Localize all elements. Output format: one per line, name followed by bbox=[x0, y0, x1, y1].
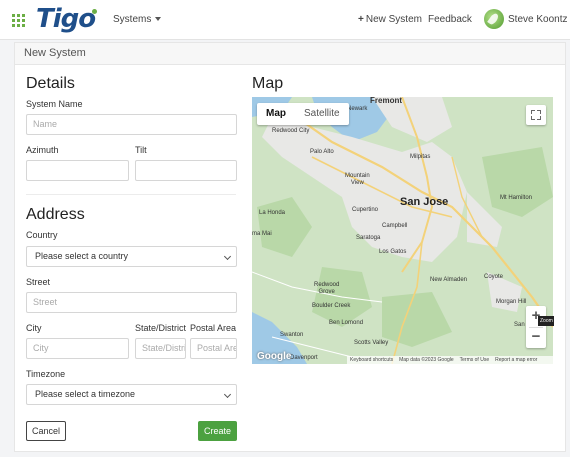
state-input[interactable]: State/District bbox=[135, 338, 186, 359]
caret-down-icon bbox=[155, 17, 162, 22]
new-system-link[interactable]: + New System bbox=[358, 14, 422, 25]
map-data-text: Map data ©2023 Google bbox=[399, 357, 454, 363]
chevron-down-icon bbox=[223, 390, 232, 399]
timezone-select-value: Please select a timezone bbox=[35, 389, 136, 399]
map-label-redwood-grove: Redwood Grove bbox=[314, 282, 340, 295]
keyboard-shortcuts-link[interactable]: Keyboard shortcuts bbox=[350, 356, 393, 364]
map-label-campbell: Campbell bbox=[382, 223, 408, 229]
map-label-newark: Newark bbox=[347, 106, 368, 112]
address-heading: Address bbox=[26, 206, 85, 223]
cancel-button[interactable]: Cancel bbox=[26, 421, 66, 441]
plus-icon: + bbox=[358, 14, 364, 25]
tigo-logo[interactable]: Tigo bbox=[36, 4, 96, 34]
systems-menu-label: Systems bbox=[113, 14, 152, 25]
map-heading: Map bbox=[252, 75, 284, 92]
system-name-input[interactable]: Name bbox=[26, 114, 237, 135]
tilt-label: Tilt bbox=[135, 145, 147, 155]
map-label-fremont: Fremont bbox=[370, 97, 402, 105]
country-select[interactable]: Please select a country bbox=[26, 246, 237, 267]
user-menu[interactable]: Steve Koontz bbox=[508, 14, 570, 25]
map-label-scotts-valley: Scotts Valley bbox=[354, 340, 389, 346]
map-label-davenport: Davenport bbox=[290, 355, 318, 361]
map-label-cupertino: Cupertino bbox=[352, 207, 379, 213]
zoom-tooltip: Zoom bbox=[538, 316, 554, 326]
map-label-los-gatos: Los Gatos bbox=[379, 249, 407, 255]
map-label-boulder-creek: Boulder Creek bbox=[312, 303, 351, 309]
fullscreen-icon[interactable] bbox=[526, 105, 546, 125]
map-label-la-honda: La Honda bbox=[259, 210, 286, 216]
map-label-palo-alto: Palo Alto bbox=[310, 149, 334, 155]
systems-menu[interactable]: Systems bbox=[113, 14, 162, 25]
map-label-mountain-view: Mountain View bbox=[345, 173, 370, 186]
street-input[interactable]: Street bbox=[26, 292, 237, 313]
chevron-down-icon bbox=[223, 252, 232, 261]
postal-label: Postal Area bbox=[190, 323, 237, 333]
feedback-link[interactable]: Feedback bbox=[428, 14, 472, 25]
city-input[interactable]: City bbox=[26, 338, 129, 359]
create-button[interactable]: Create bbox=[198, 421, 237, 441]
map-label-new-almaden: New Almaden bbox=[430, 277, 468, 283]
section-divider bbox=[26, 194, 236, 195]
details-heading: Details bbox=[26, 75, 75, 92]
city-label: City bbox=[26, 323, 42, 333]
new-system-label: New System bbox=[365, 14, 422, 25]
zoom-control: + − bbox=[526, 306, 546, 348]
map-tab-map[interactable]: Map bbox=[257, 103, 295, 125]
map-canvas bbox=[252, 97, 553, 364]
page-title: New System bbox=[24, 47, 86, 59]
map-label-mt-hamilton: Mt Hamilton bbox=[500, 195, 533, 201]
app-grid-icon[interactable] bbox=[12, 14, 25, 27]
map-label-san-martin: San bbox=[514, 322, 525, 328]
map-label-coyote: Coyote bbox=[484, 274, 504, 280]
map-label-half-moon: ma Mai bbox=[252, 231, 272, 237]
google-logo: Google bbox=[257, 351, 292, 362]
timezone-select[interactable]: Please select a timezone bbox=[26, 384, 237, 405]
top-navbar: Tigo Systems + New System Feedback Steve … bbox=[0, 0, 570, 40]
tilt-input[interactable] bbox=[135, 160, 237, 181]
user-name: Steve Koontz bbox=[508, 14, 568, 25]
map-attribution: Keyboard shortcuts Map data ©2023 Google… bbox=[347, 356, 553, 364]
country-label: Country bbox=[26, 230, 58, 240]
card-header: New System bbox=[15, 43, 565, 65]
map-label-milpitas: Milpitas bbox=[410, 154, 431, 160]
map-label-saratoga: Saratoga bbox=[356, 235, 381, 241]
zoom-out-button[interactable]: − bbox=[526, 327, 546, 348]
country-select-value: Please select a country bbox=[35, 251, 129, 261]
timezone-label: Timezone bbox=[26, 369, 66, 379]
postal-input[interactable]: Postal Area bbox=[190, 338, 237, 359]
logo-mark bbox=[92, 9, 97, 14]
map-label-san-jose: San Jose bbox=[400, 196, 449, 208]
street-label: Street bbox=[26, 277, 51, 287]
azimuth-input[interactable] bbox=[26, 160, 129, 181]
zoom-divider bbox=[529, 327, 543, 328]
new-system-card: New System Details System Name Name Azim… bbox=[14, 42, 566, 452]
map-tab-satellite[interactable]: Satellite bbox=[295, 103, 349, 125]
map-label-swanton: Swanton bbox=[280, 332, 304, 338]
map-type-control: Map Satellite bbox=[257, 103, 349, 125]
avatar[interactable] bbox=[484, 9, 504, 29]
terms-of-use-link[interactable]: Terms of Use bbox=[460, 356, 489, 364]
state-label: State/District bbox=[135, 323, 187, 333]
map-label-ben-lomond: Ben Lomond bbox=[329, 320, 364, 326]
map-label-redwood-city: Redwood City bbox=[272, 128, 310, 134]
map-label-morgan-hill: Morgan Hill bbox=[496, 299, 527, 305]
system-name-label: System Name bbox=[26, 99, 83, 109]
report-map-error-link[interactable]: Report a map error bbox=[495, 356, 537, 364]
azimuth-label: Azimuth bbox=[26, 145, 59, 155]
map-view[interactable]: Fremont Newark Redwood City Palo Alto Mi… bbox=[252, 97, 553, 364]
